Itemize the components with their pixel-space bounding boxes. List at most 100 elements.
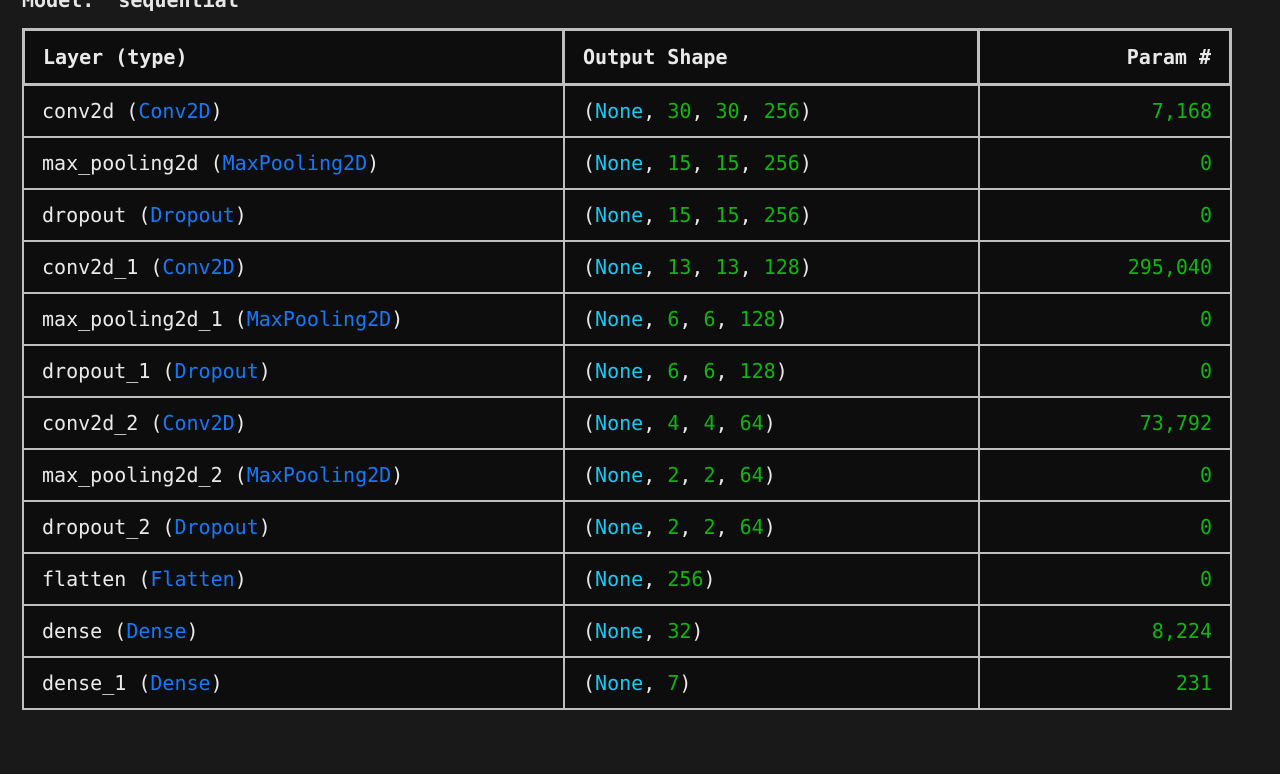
layer-type-open-paren: (: [222, 307, 247, 331]
shape-dimension: 64: [739, 463, 764, 487]
cell-output-shape: (None, 32): [565, 606, 980, 658]
shape-dimension: 13: [667, 255, 692, 279]
cell-output-shape: (None, 256): [565, 554, 980, 606]
layer-type-open-paren: (: [138, 255, 163, 279]
shape-close-paren: ): [703, 567, 716, 591]
shape-dimension: 30: [667, 99, 692, 123]
shape-open-paren: (: [583, 359, 596, 383]
shape-dimension: 15: [667, 151, 692, 175]
cell-layer-name: dense (Dense): [22, 606, 565, 658]
cell-param-count: 295,040: [980, 242, 1232, 294]
shape-open-paren: (: [583, 619, 596, 643]
param-count-text: 295,040: [1127, 255, 1212, 279]
table-row: dropout (Dropout) (None, 15, 15, 256) 0: [22, 190, 1232, 242]
shape-close-paren: ): [763, 463, 776, 487]
layer-type-close-paren: ): [234, 255, 247, 279]
cell-output-shape: (None, 15, 15, 256): [565, 190, 980, 242]
shape-open-paren: (: [583, 307, 596, 331]
shape-dimension: 256: [667, 567, 704, 591]
shape-separator: ,: [643, 411, 668, 435]
layer-type-text: Dense: [150, 671, 211, 695]
shape-separator: ,: [739, 151, 764, 175]
shape-separator: ,: [679, 359, 704, 383]
layer-type-open-paren: (: [114, 99, 139, 123]
layer-type-close-paren: ): [258, 515, 271, 539]
shape-dimension: 128: [739, 359, 776, 383]
layer-type-close-paren: ): [367, 151, 380, 175]
layer-type-text: Conv2D: [162, 255, 235, 279]
shape-batch-token: None: [595, 671, 644, 695]
cell-output-shape: (None, 4, 4, 64): [565, 398, 980, 450]
shape-close-paren: ): [691, 619, 704, 643]
layer-type-open-paren: (: [126, 567, 151, 591]
shape-close-paren: ): [775, 359, 788, 383]
shape-dimension: 256: [763, 99, 800, 123]
layer-name-text: conv2d_2: [42, 411, 139, 435]
shape-batch-token: None: [595, 515, 644, 539]
cell-param-count: 0: [980, 294, 1232, 346]
param-count-text: 73,792: [1139, 411, 1212, 435]
shape-batch-token: None: [595, 567, 644, 591]
shape-close-paren: ): [799, 203, 812, 227]
table-row: max_pooling2d_1 (MaxPooling2D) (None, 6, …: [22, 294, 1232, 346]
shape-dimension: 2: [703, 463, 716, 487]
cell-layer-name: max_pooling2d (MaxPooling2D): [22, 138, 565, 190]
shape-dimension: 64: [739, 411, 764, 435]
shape-open-paren: (: [583, 255, 596, 279]
shape-batch-token: None: [595, 411, 644, 435]
cell-layer-name: conv2d_2 (Conv2D): [22, 398, 565, 450]
layer-type-text: MaxPooling2D: [222, 151, 368, 175]
shape-dimension: 128: [739, 307, 776, 331]
table-row: dense (Dense) (None, 32) 8,224: [22, 606, 1232, 658]
shape-separator: ,: [715, 411, 740, 435]
shape-dimension: 64: [739, 515, 764, 539]
layer-name-text: conv2d: [42, 99, 115, 123]
shape-close-paren: ): [799, 255, 812, 279]
layer-name-text: max_pooling2d_1: [42, 307, 223, 331]
cell-layer-name: max_pooling2d_1 (MaxPooling2D): [22, 294, 565, 346]
shape-dimension: 6: [703, 307, 716, 331]
layer-type-text: Dropout: [150, 203, 235, 227]
layer-type-text: MaxPooling2D: [246, 463, 392, 487]
layer-type-open-paren: (: [150, 515, 175, 539]
cell-param-count: 0: [980, 502, 1232, 554]
shape-separator: ,: [739, 99, 764, 123]
shape-separator: ,: [643, 151, 668, 175]
cell-output-shape: (None, 7): [565, 658, 980, 710]
shape-dimension: 6: [667, 359, 680, 383]
cell-layer-name: max_pooling2d_2 (MaxPooling2D): [22, 450, 565, 502]
table-row: max_pooling2d_2 (MaxPooling2D) (None, 2, …: [22, 450, 1232, 502]
shape-dimension: 30: [715, 99, 740, 123]
shape-batch-token: None: [595, 359, 644, 383]
cell-param-count: 0: [980, 346, 1232, 398]
shape-separator: ,: [679, 515, 704, 539]
cell-output-shape: (None, 13, 13, 128): [565, 242, 980, 294]
cell-param-count: 0: [980, 450, 1232, 502]
shape-separator: ,: [691, 99, 716, 123]
table-header: Layer (type) Output Shape Param #: [22, 28, 1232, 86]
shape-batch-token: None: [595, 203, 644, 227]
shape-separator: ,: [679, 411, 704, 435]
shape-separator: ,: [643, 99, 668, 123]
table-row: dropout_2 (Dropout) (None, 2, 2, 64) 0: [22, 502, 1232, 554]
shape-batch-token: None: [595, 463, 644, 487]
shape-dimension: 15: [715, 151, 740, 175]
layer-type-open-paren: (: [102, 619, 127, 643]
layer-type-text: MaxPooling2D: [246, 307, 392, 331]
layer-type-close-paren: ): [234, 203, 247, 227]
param-count-text: 0: [1199, 203, 1212, 227]
cell-layer-name: dense_1 (Dense): [22, 658, 565, 710]
shape-separator: ,: [691, 151, 716, 175]
shape-close-paren: ): [763, 411, 776, 435]
shape-separator: ,: [643, 515, 668, 539]
layer-type-text: Dropout: [174, 515, 259, 539]
shape-close-paren: ): [679, 671, 692, 695]
table-row: conv2d_2 (Conv2D) (None, 4, 4, 64) 73,792: [22, 398, 1232, 450]
param-count-text: 231: [1175, 671, 1212, 695]
cell-output-shape: (None, 2, 2, 64): [565, 450, 980, 502]
layer-type-open-paren: (: [150, 359, 175, 383]
table-row: dense_1 (Dense) (None, 7) 231: [22, 658, 1232, 710]
shape-dimension: 7: [667, 671, 680, 695]
cell-param-count: 8,224: [980, 606, 1232, 658]
cell-layer-name: conv2d_1 (Conv2D): [22, 242, 565, 294]
